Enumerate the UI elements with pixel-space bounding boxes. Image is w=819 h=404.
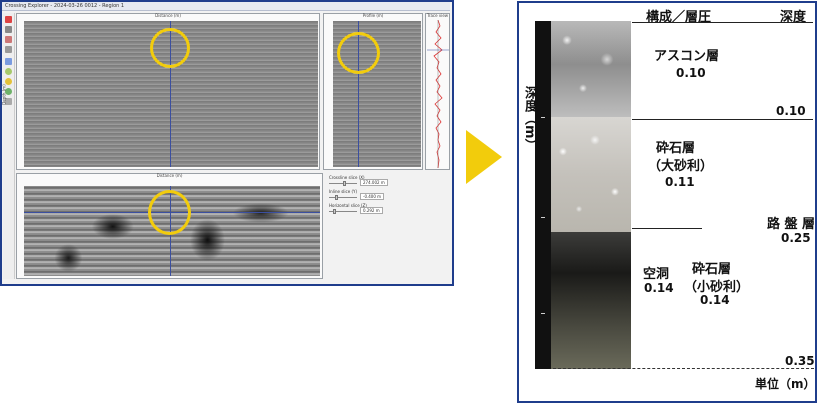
ruler-tick (541, 217, 545, 218)
bscan-depth-axis: Depth (m) (1, 84, 7, 105)
crossline-value[interactable]: 274.002 m (360, 179, 388, 186)
highlight-circle-icon (148, 190, 191, 235)
horizontal-slider-knob[interactable] (333, 209, 336, 214)
trace-header: Trace view (426, 13, 449, 18)
window-title-bar[interactable]: Crossing Explorer - 2024-03-26 0012 - Re… (2, 2, 450, 11)
layer-asphalt-name: アスコン層 (654, 49, 720, 64)
profile-header: Profile (m) (362, 13, 384, 18)
window-title: Crossing Explorer - 2024-03-26 0012 - Re… (5, 3, 125, 9)
tool-icon[interactable] (5, 16, 12, 23)
ruler-tick (541, 313, 545, 314)
arrow-right-icon (466, 130, 502, 184)
vertical-axis-label: 深度（m） (522, 86, 537, 152)
tool-icon[interactable] (5, 68, 12, 75)
crossline-slider-knob[interactable] (343, 181, 346, 186)
highlight-circle-icon (150, 28, 190, 68)
layer-void-thickness: 0.14 (644, 281, 674, 295)
inline-label: Inline slice (Y) (329, 189, 358, 194)
roadbed-name: 路 盤 層 (767, 217, 816, 232)
boundary-line-0.10 (632, 119, 813, 120)
layer-fine-gravel-thickness: 0.14 (700, 293, 730, 307)
boundary-line-0.35 (553, 368, 814, 369)
inline-slider-knob[interactable] (335, 195, 338, 200)
unit-label: 単位（m） (755, 377, 816, 391)
slice-controls: Crossline slice (X) 274.002 m Inline sli… (326, 173, 450, 279)
horizontal-value[interactable]: 0.292 m (360, 207, 383, 214)
tool-icon[interactable] (5, 58, 12, 65)
core-photo-asphalt (551, 21, 631, 117)
layer-fine-gravel-name: 砕石層 (692, 262, 732, 277)
tool-icon[interactable] (5, 36, 12, 43)
layer-asphalt-thickness: 0.10 (676, 66, 706, 80)
tool-icon[interactable] (5, 46, 12, 53)
inline-value[interactable]: -0.400 m (360, 193, 385, 200)
layer-void-name: 空洞 (643, 267, 670, 282)
core-photo-void-fine-gravel (551, 232, 631, 369)
roadbed-thickness: 0.25 (781, 231, 811, 245)
trace-waveform (427, 20, 449, 168)
inline-slider[interactable] (329, 197, 357, 198)
ruler-tick (541, 117, 545, 118)
boundary-line-0.21 (632, 228, 702, 229)
tool-strip (3, 13, 15, 279)
bscan-header: Distance (m) (155, 13, 181, 18)
depth-0.10: 0.10 (776, 104, 806, 118)
slice-header: Distance (m) (156, 173, 183, 178)
layer-coarse-gravel-note: （大砂利） (648, 159, 714, 174)
header-underline (632, 22, 813, 23)
highlight-circle-icon (337, 32, 380, 74)
depth-0.35: 0.35 (785, 354, 815, 368)
layer-coarse-gravel-name: 砕石層 (656, 141, 696, 156)
core-photo-coarse-gravel (551, 117, 631, 232)
layer-coarse-gravel-thickness: 0.11 (665, 175, 695, 189)
depth-scale-ruler (535, 21, 551, 369)
tool-icon[interactable] (5, 26, 12, 33)
